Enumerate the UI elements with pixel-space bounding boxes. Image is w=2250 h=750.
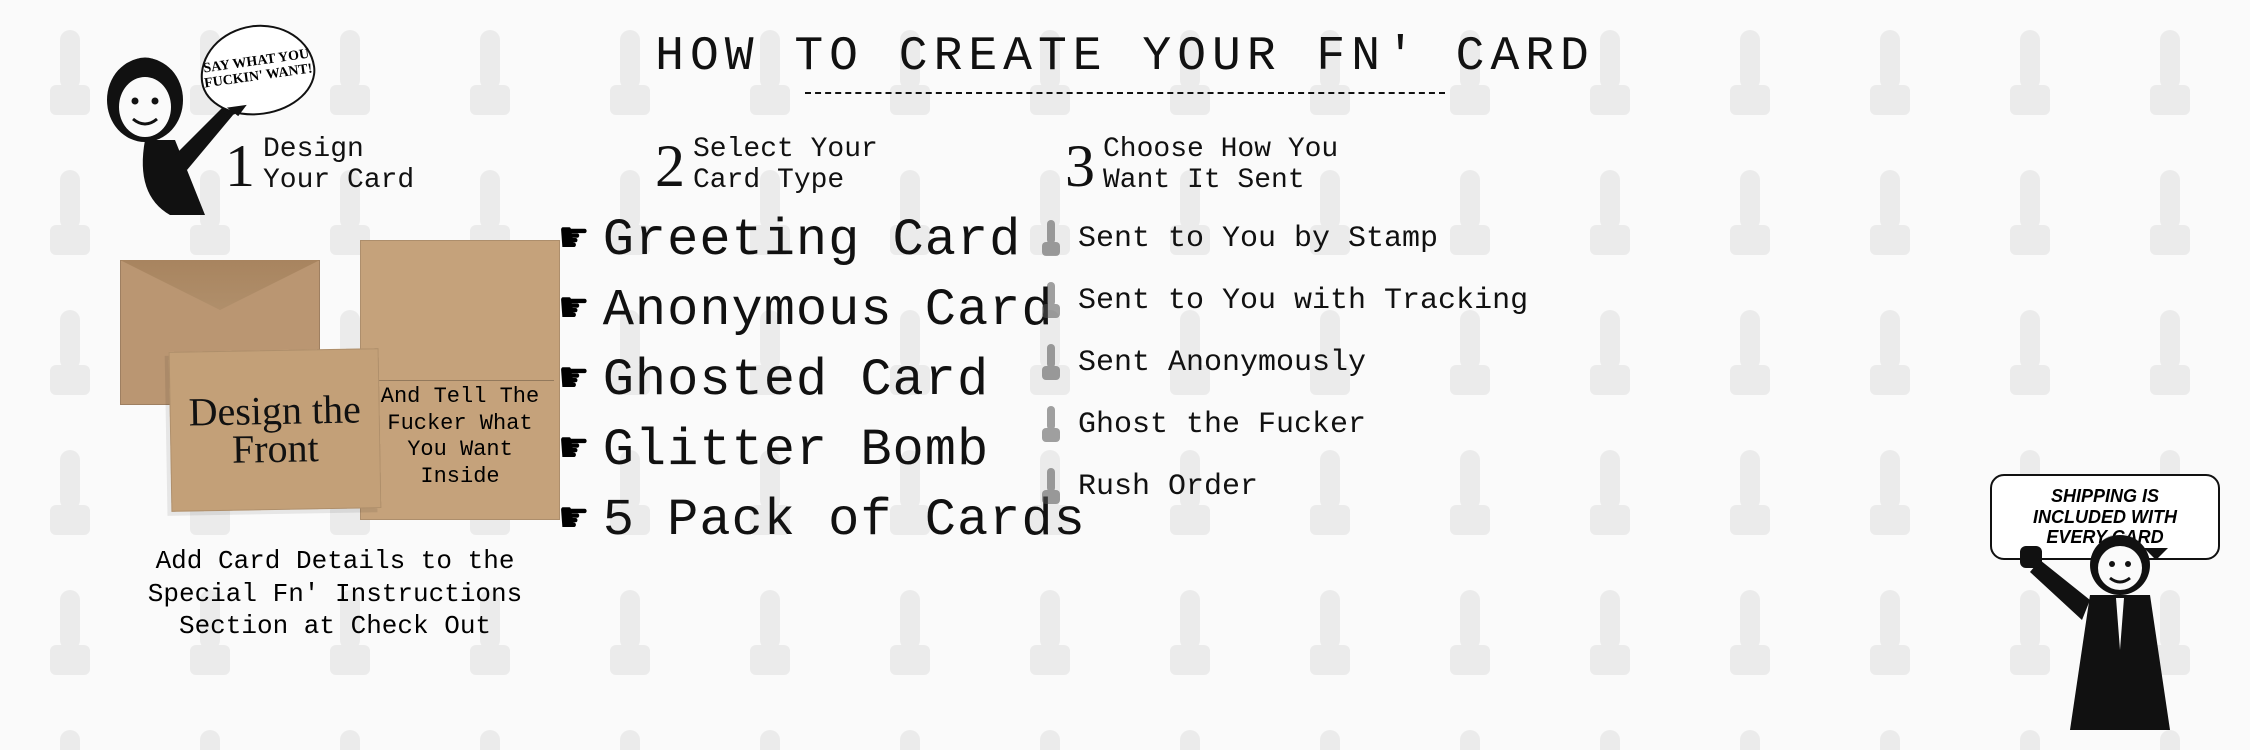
option-sent-stamp: Sent to You by Stamp	[1040, 220, 1528, 258]
step-3-number: 3	[1065, 142, 1095, 190]
step-1-number: 1	[225, 142, 255, 190]
option-sent-tracking: Sent to You with Tracking	[1040, 282, 1528, 320]
option-glitter-bomb: ☛Glitter Bomb	[560, 425, 1086, 477]
pointing-hand-icon: ☛	[560, 428, 589, 474]
title-underline	[805, 92, 1445, 94]
step-1-header: 1 Design Your Card	[225, 135, 414, 197]
front-card-graphic: Design the Front	[169, 348, 382, 512]
middle-finger-icon	[1040, 282, 1062, 320]
pointing-hand-icon: ☛	[560, 218, 589, 264]
step-2-number: 2	[655, 142, 685, 190]
middle-finger-icon	[1040, 406, 1062, 444]
retro-man-illustration	[1980, 510, 2190, 730]
card-mockup-area: And Tell The Fucker What You Want Inside…	[100, 240, 530, 540]
delivery-options: Sent to You by Stamp Sent to You with Tr…	[1040, 220, 1528, 506]
option-sent-anonymously: Sent Anonymously	[1040, 344, 1528, 382]
inside-card-graphic: And Tell The Fucker What You Want Inside	[360, 240, 560, 520]
middle-finger-icon	[1040, 468, 1062, 506]
step-1-footnote: Add Card Details to the Special Fn' Inst…	[120, 545, 550, 643]
option-ghosted-card: ☛Ghosted Card	[560, 355, 1086, 407]
middle-finger-icon	[1040, 344, 1062, 382]
step-2-text: Select Your Card Type	[693, 135, 878, 197]
step-3-text: Choose How You Want It Sent	[1103, 135, 1338, 197]
option-rush-order: Rush Order	[1040, 468, 1528, 506]
step-2-header: 2 Select Your Card Type	[655, 135, 878, 197]
pointing-hand-icon: ☛	[560, 358, 589, 404]
page-title: HOW TO CREATE YOUR FN' CARD	[655, 30, 1595, 84]
pointing-hand-icon: ☛	[560, 498, 589, 544]
option-ghost-fucker: Ghost the Fucker	[1040, 406, 1528, 444]
inside-card-text: And Tell The Fucker What You Want Inside	[375, 384, 545, 490]
option-greeting-card: ☛Greeting Card	[560, 215, 1086, 267]
option-5-pack: ☛5 Pack of Cards	[560, 495, 1086, 547]
step-1-text: Design Your Card	[263, 135, 414, 197]
card-type-options: ☛Greeting Card ☛Anonymous Card ☛Ghosted …	[560, 215, 1086, 547]
option-anonymous-card: ☛Anonymous Card	[560, 285, 1086, 337]
pointing-hand-icon: ☛	[560, 288, 589, 334]
step-3-header: 3 Choose How You Want It Sent	[1065, 135, 1338, 197]
middle-finger-icon	[1040, 220, 1062, 258]
